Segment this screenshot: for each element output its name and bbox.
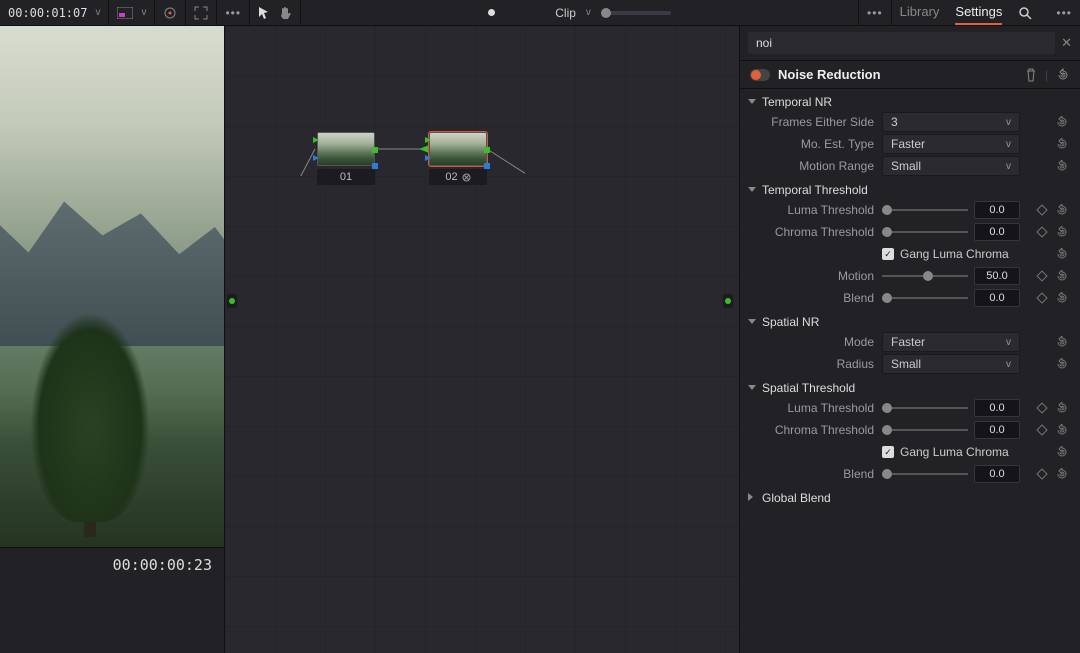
group-spatial-nr[interactable]: Spatial NR — [740, 309, 1080, 331]
st-chroma-value[interactable]: 0.0 — [974, 421, 1020, 439]
st-gang-checkbox[interactable]: ✓ — [882, 446, 894, 458]
st-luma-slider[interactable] — [882, 398, 968, 418]
group-temporal-threshold[interactable]: Temporal Threshold — [740, 177, 1080, 199]
tt-blend-slider[interactable] — [882, 288, 968, 308]
st-gang-label: Gang Luma Chroma — [900, 445, 1009, 459]
panel-more-icon[interactable]: ••• — [1056, 6, 1072, 20]
motion-range-select[interactable]: Smallv — [882, 156, 1020, 176]
fullscreen-icon[interactable] — [194, 6, 208, 20]
sn-mode-select[interactable]: Fasterv — [882, 332, 1020, 352]
group-global-blend[interactable]: Global Blend — [740, 485, 1080, 507]
node-indicator-icon — [488, 9, 495, 16]
sn-mode-label: Mode — [740, 335, 882, 349]
top-toolbar: 00:00:01:07 v v ••• Clip v — [0, 0, 1080, 26]
reset-icon[interactable] — [1056, 402, 1068, 414]
node-graph[interactable]: 01 02 — [225, 26, 740, 653]
effect-title: Noise Reduction — [778, 67, 1017, 82]
clip-mode-label[interactable]: Clip — [555, 6, 576, 20]
image-view-icon[interactable] — [117, 7, 133, 19]
clear-search-icon[interactable]: ✕ — [1061, 35, 1072, 51]
panel-tabs: Library Settings — [892, 0, 1011, 25]
st-chroma-slider[interactable] — [882, 420, 968, 440]
tt-motion-label: Motion — [740, 269, 882, 283]
reset-icon[interactable] — [1056, 468, 1068, 480]
frames-either-side-label: Frames Either Side — [740, 115, 882, 129]
node-01[interactable]: 01 — [317, 132, 375, 185]
effect-enable-toggle[interactable] — [750, 69, 770, 81]
graph-input-icon[interactable] — [227, 294, 237, 308]
reset-icon[interactable] — [1056, 358, 1068, 370]
sn-radius-select[interactable]: Smallv — [882, 354, 1020, 374]
motion-range-label: Motion Range — [740, 159, 882, 173]
node-zoom-slider[interactable] — [601, 11, 671, 15]
reset-icon[interactable] — [1056, 138, 1068, 150]
moest-type-label: Mo. Est. Type — [740, 137, 882, 151]
reset-icon[interactable] — [1056, 204, 1068, 216]
reset-icon[interactable] — [1056, 446, 1068, 458]
reset-icon[interactable] — [1056, 226, 1068, 238]
keyframe-icon[interactable] — [1036, 204, 1047, 215]
keyframe-icon[interactable] — [1036, 292, 1047, 303]
keyframe-icon[interactable] — [1036, 226, 1047, 237]
timecode-menu-chevron-icon[interactable]: v — [95, 7, 100, 18]
sn-radius-label: Radius — [740, 357, 882, 371]
tt-blend-value[interactable]: 0.0 — [974, 289, 1020, 307]
node-effect-icon — [462, 173, 471, 182]
hand-tool-icon[interactable] — [278, 6, 292, 20]
tt-motion-value[interactable]: 50.0 — [974, 267, 1020, 285]
group-spatial-threshold[interactable]: Spatial Threshold — [740, 375, 1080, 397]
st-luma-label: Luma Threshold — [740, 401, 882, 415]
tt-gang-checkbox[interactable]: ✓ — [882, 248, 894, 260]
reset-icon[interactable] — [1056, 336, 1068, 348]
tt-gang-label: Gang Luma Chroma — [900, 247, 1009, 261]
node-label: 02 — [445, 171, 457, 183]
preview-timecode: 00:00:00:23 — [0, 548, 224, 582]
search-icon[interactable] — [1018, 6, 1032, 20]
st-blend-label: Blend — [740, 467, 882, 481]
image-view-chevron-icon[interactable]: v — [141, 7, 146, 18]
viewer[interactable] — [0, 26, 224, 548]
reset-all-icon[interactable] — [1056, 68, 1070, 82]
tab-settings[interactable]: Settings — [955, 0, 1002, 25]
tt-motion-slider[interactable] — [882, 266, 968, 286]
tt-luma-label: Luma Threshold — [740, 203, 882, 217]
graph-output-icon[interactable] — [723, 294, 733, 308]
clip-mode-chevron-icon[interactable]: v — [586, 7, 591, 18]
tt-chroma-label: Chroma Threshold — [740, 225, 882, 239]
keyframe-icon[interactable] — [1036, 468, 1047, 479]
graph-more-icon[interactable]: ••• — [867, 6, 883, 20]
trash-icon[interactable] — [1025, 68, 1037, 82]
keyframe-icon[interactable] — [1036, 270, 1047, 281]
highlight-icon[interactable] — [163, 6, 177, 20]
reset-icon[interactable] — [1056, 248, 1068, 260]
reset-icon[interactable] — [1056, 424, 1068, 436]
reset-icon[interactable] — [1056, 116, 1068, 128]
st-blend-slider[interactable] — [882, 464, 968, 484]
reset-icon[interactable] — [1056, 270, 1068, 282]
node-02[interactable]: 02 — [429, 132, 487, 185]
st-chroma-label: Chroma Threshold — [740, 423, 882, 437]
pointer-tool-icon[interactable] — [258, 6, 270, 20]
st-blend-value[interactable]: 0.0 — [974, 465, 1020, 483]
node-label: 01 — [340, 171, 352, 183]
tt-luma-slider[interactable] — [882, 200, 968, 220]
tt-luma-value[interactable]: 0.0 — [974, 201, 1020, 219]
viewer-timecode[interactable]: 00:00:01:07 — [8, 6, 87, 20]
group-temporal-nr[interactable]: Temporal NR — [740, 89, 1080, 111]
tt-blend-label: Blend — [740, 291, 882, 305]
keyframe-icon[interactable] — [1036, 402, 1047, 413]
tt-chroma-value[interactable]: 0.0 — [974, 223, 1020, 241]
st-luma-value[interactable]: 0.0 — [974, 399, 1020, 417]
frames-either-side-select[interactable]: 3v — [882, 112, 1020, 132]
effect-search-input[interactable] — [748, 32, 1055, 54]
keyframe-icon[interactable] — [1036, 424, 1047, 435]
tt-chroma-slider[interactable] — [882, 222, 968, 242]
moest-type-select[interactable]: Fasterv — [882, 134, 1020, 154]
reset-icon[interactable] — [1056, 292, 1068, 304]
reset-icon[interactable] — [1056, 160, 1068, 172]
viewer-more-icon[interactable]: ••• — [225, 6, 241, 20]
tab-library[interactable]: Library — [900, 0, 940, 25]
